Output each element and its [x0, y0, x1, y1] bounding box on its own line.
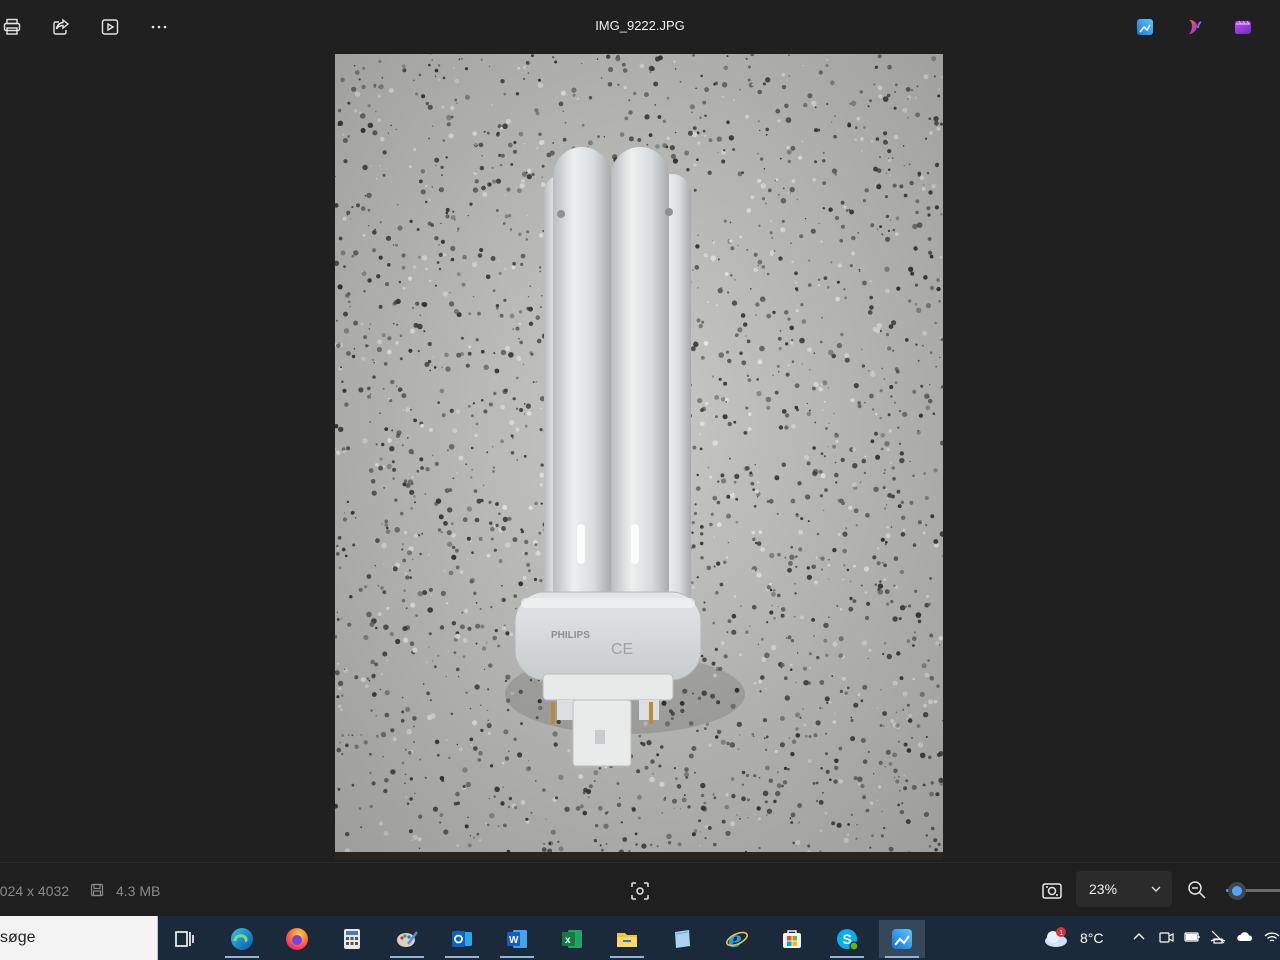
search-text: søge [0, 929, 36, 946]
status-bar: 3024 x 4032 4.3 MB 23% [0, 862, 1280, 916]
svg-text:CE: CE [611, 641, 633, 658]
microsoft-store-icon[interactable] [769, 920, 815, 958]
svg-text:x: x [565, 935, 571, 946]
internet-explorer-icon[interactable]: e [714, 920, 760, 958]
calculator-icon[interactable] [329, 920, 375, 958]
title-bar: IMG_9222.JPG [0, 0, 1280, 54]
photos-editor-icon[interactable] [1135, 17, 1155, 37]
chevron-down-icon [1151, 886, 1161, 892]
brand-label: PHILIPS [551, 630, 590, 641]
image-dimensions: 3024 x 4032 [0, 883, 70, 899]
svg-text:W: W [509, 935, 519, 946]
onedrive-icon[interactable] [1236, 928, 1254, 946]
weather-icon[interactable]: 1 [1042, 926, 1072, 950]
outlook-icon[interactable] [439, 920, 485, 958]
zoom-dropdown[interactable]: 23% [1076, 871, 1172, 907]
meet-now-icon[interactable] [1157, 928, 1175, 946]
photos-icon[interactable] [879, 920, 925, 958]
search-box[interactable]: søge [0, 916, 158, 960]
file-explorer-icon[interactable] [604, 920, 650, 958]
network-icon[interactable] [1209, 928, 1227, 946]
weather-badge: 1 [1059, 930, 1063, 937]
clipchamp-icon[interactable] [1233, 17, 1253, 37]
word-icon[interactable]: W [494, 920, 540, 958]
task-view-icon[interactable] [162, 920, 208, 958]
edge-icon[interactable] [219, 920, 265, 958]
crop-icon[interactable] [628, 879, 652, 903]
file-size: 4.3 MB [116, 883, 161, 899]
paint-icon[interactable] [384, 920, 430, 958]
wifi-icon[interactable] [1263, 928, 1280, 946]
fit-to-window-icon[interactable] [1040, 879, 1064, 903]
photo-image: PHILIPS CE [335, 54, 943, 860]
copilot-icon[interactable] [1185, 17, 1205, 37]
photo: PHILIPS CE [335, 54, 943, 860]
firefox-icon[interactable] [274, 920, 320, 958]
taskbar: søge W x e S 1 8°C [0, 916, 1280, 960]
excel-icon[interactable]: x [549, 920, 595, 958]
skype-icon[interactable]: S [824, 920, 870, 958]
zoom-value: 23% [1089, 881, 1118, 897]
chevron-up-icon[interactable] [1130, 928, 1148, 946]
zoom-out-icon[interactable] [1186, 879, 1208, 901]
zoom-slider-thumb[interactable] [1228, 882, 1246, 900]
image-canvas[interactable]: PHILIPS CE [0, 54, 1280, 862]
weather-temperature: 8°C [1080, 930, 1104, 946]
notepad-icon[interactable] [659, 920, 705, 958]
disk-icon [90, 883, 104, 897]
battery-icon[interactable] [1183, 928, 1201, 946]
window-title: IMG_9222.JPG [595, 18, 685, 33]
svg-text:e: e [728, 927, 742, 952]
